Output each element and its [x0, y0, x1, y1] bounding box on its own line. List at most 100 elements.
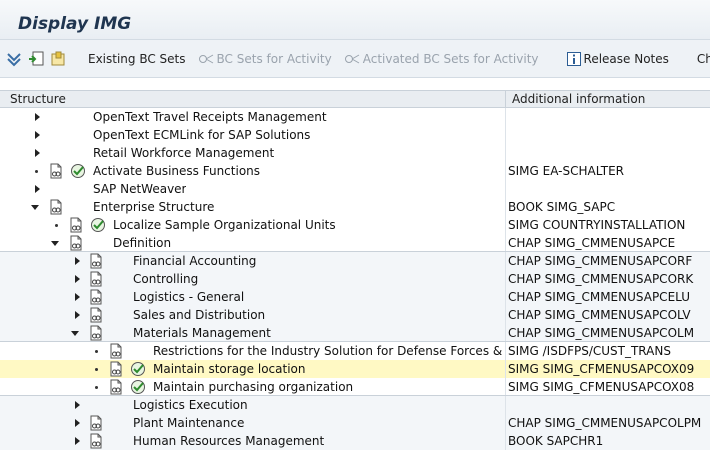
tree-node-label[interactable]: Financial Accounting: [133, 254, 256, 268]
column-divider: [505, 198, 506, 216]
release-notes-button[interactable]: Release Notes: [561, 47, 675, 71]
tree-node-label[interactable]: Sales and Distribution: [133, 308, 265, 322]
documentation-icon[interactable]: [108, 361, 124, 377]
expand-triangle-icon[interactable]: [73, 418, 81, 428]
execute-activity-icon[interactable]: [130, 379, 146, 395]
tree-node-label[interactable]: Maintain storage location: [153, 362, 305, 376]
additional-info-value: BOOK SIMG_SAPC: [508, 200, 616, 214]
navigate-tree-icon[interactable]: [28, 50, 44, 68]
tree-node-label[interactable]: Restrictions for the Industry Solution f…: [153, 344, 503, 358]
tree-node-label[interactable]: Human Resources Management: [133, 434, 324, 448]
additional-info-value: BOOK SAPCHR1: [508, 434, 604, 448]
documentation-icon[interactable]: [68, 217, 84, 233]
documentation-icon[interactable]: [88, 325, 104, 341]
tree-node-label[interactable]: Maintain purchasing organization: [153, 380, 353, 394]
expand-triangle-icon[interactable]: [73, 256, 81, 266]
bc-sets-for-activity-button[interactable]: BC Sets for Activity: [192, 47, 338, 71]
additional-info-value: CHAP SIMG_CMMENUSAPCOLPM: [508, 416, 702, 430]
existing-bc-sets-button[interactable]: Existing BC Sets: [82, 47, 192, 71]
additional-info-value: SIMG SIMG_CFMENUSAPCOX09: [508, 362, 695, 376]
bookmark-folder-icon[interactable]: [50, 50, 66, 68]
documentation-icon[interactable]: [108, 343, 124, 359]
expand-triangle-icon[interactable]: [33, 148, 41, 158]
additional-info-value: SIMG EA-SCHALTER: [508, 164, 624, 178]
tree-row[interactable]: Sales and Distribution CHAP SIMG_CMMENUS…: [0, 306, 710, 324]
documentation-icon[interactable]: [48, 163, 64, 179]
documentation-icon[interactable]: [88, 253, 104, 269]
column-divider: [505, 288, 506, 306]
tree-node-label[interactable]: Controlling: [133, 272, 198, 286]
tree-row[interactable]: Localize Sample Organizational Units SIM…: [0, 216, 710, 234]
tree-row[interactable]: Materials Management CHAP SIMG_CMMENUSAP…: [0, 324, 710, 342]
tree-row-selected[interactable]: Maintain storage location SIMG SIMG_CFME…: [0, 360, 710, 378]
bc-sets-icon: [198, 54, 213, 63]
tree-row[interactable]: Financial Accounting CHAP SIMG_CMMENUSAP…: [0, 252, 710, 270]
execute-activity-icon[interactable]: [70, 163, 86, 179]
tree-node-label[interactable]: Retail Workforce Management: [93, 146, 274, 160]
column-divider: [505, 324, 506, 342]
expand-triangle-icon[interactable]: [33, 130, 41, 140]
additional-info-value: CHAP SIMG_CMMENUSAPCORK: [508, 272, 694, 286]
column-divider[interactable]: [505, 91, 506, 108]
bc-sets-for-activity-label: BC Sets for Activity: [216, 51, 332, 66]
tree-row[interactable]: Plant Maintenance CHAP SIMG_CMMENUSAPCOL…: [0, 414, 710, 432]
additional-information-column-header[interactable]: Additional information: [512, 92, 645, 106]
tree-row[interactable]: SAP NetWeaver: [0, 180, 710, 198]
tree-row[interactable]: Restrictions for the Industry Solution f…: [0, 342, 710, 360]
expand-triangle-icon[interactable]: [73, 436, 81, 446]
tree-node-label[interactable]: Plant Maintenance: [133, 416, 244, 430]
tree-row[interactable]: Logistics - General CHAP SIMG_CMMENUSAPC…: [0, 288, 710, 306]
documentation-icon[interactable]: [88, 271, 104, 287]
expand-all-icon[interactable]: [6, 50, 22, 68]
activated-bc-sets-button[interactable]: Activated BC Sets for Activity: [338, 47, 545, 71]
tree-row[interactable]: OpenText ECMLink for SAP Solutions: [0, 126, 710, 144]
additional-info-value: CHAP SIMG_CMMENUSAPCE: [508, 236, 676, 250]
tree-node-label[interactable]: Materials Management: [133, 326, 271, 340]
documentation-icon[interactable]: [108, 379, 124, 395]
column-divider: [505, 252, 506, 270]
tree-node-label[interactable]: OpenText ECMLink for SAP Solutions: [93, 128, 310, 142]
tree-row[interactable]: Retail Workforce Management: [0, 144, 710, 162]
tree-row[interactable]: Logistics Execution: [0, 396, 710, 414]
execute-activity-icon[interactable]: [90, 217, 106, 233]
expand-triangle-icon[interactable]: [73, 274, 81, 284]
expand-triangle-icon[interactable]: [33, 184, 41, 194]
tree-row[interactable]: Maintain purchasing organization SIMG SI…: [0, 378, 710, 396]
collapse-triangle-icon[interactable]: [51, 238, 59, 248]
tree-row[interactable]: OpenText Travel Receipts Management: [0, 108, 710, 126]
tree-node-label[interactable]: Definition: [113, 236, 171, 250]
tree-node-label[interactable]: Logistics Execution: [133, 398, 248, 412]
structure-column-header[interactable]: Structure: [10, 92, 66, 106]
tree-node-label[interactable]: SAP NetWeaver: [93, 182, 186, 196]
tree-row[interactable]: Activate Business Functions SIMG EA-SCHA…: [0, 162, 710, 180]
tree-row[interactable]: Definition CHAP SIMG_CMMENUSAPCE: [0, 234, 710, 252]
collapse-triangle-icon[interactable]: [71, 328, 79, 338]
tree-node-label[interactable]: OpenText Travel Receipts Management: [93, 110, 327, 124]
additional-info-value: CHAP SIMG_CMMENUSAPCELU: [508, 290, 691, 304]
tree-node-label[interactable]: Activate Business Functions: [93, 164, 260, 178]
tree-column-header: Structure Additional information: [0, 90, 710, 108]
tree-row[interactable]: Controlling CHAP SIMG_CMMENUSAPCORK: [0, 270, 710, 288]
change-button[interactable]: Change: [691, 47, 710, 71]
documentation-icon[interactable]: [88, 289, 104, 305]
tree-node-label[interactable]: Logistics - General: [133, 290, 244, 304]
column-divider: [505, 144, 506, 162]
expand-triangle-icon[interactable]: [73, 292, 81, 302]
documentation-icon[interactable]: [68, 235, 84, 251]
documentation-icon[interactable]: [48, 199, 64, 215]
tree-node-label[interactable]: Enterprise Structure: [93, 200, 214, 214]
column-divider: [505, 180, 506, 198]
tree-row[interactable]: Human Resources Management BOOK SAPCHR1: [0, 432, 710, 450]
expand-triangle-icon[interactable]: [73, 400, 81, 410]
documentation-icon[interactable]: [88, 415, 104, 431]
column-divider: [505, 414, 506, 432]
tree-node-label[interactable]: Localize Sample Organizational Units: [113, 218, 336, 232]
release-notes-label: Release Notes: [583, 51, 669, 66]
expand-triangle-icon[interactable]: [73, 310, 81, 320]
tree-row[interactable]: Enterprise Structure BOOK SIMG_SAPC: [0, 198, 710, 216]
documentation-icon[interactable]: [88, 307, 104, 323]
expand-triangle-icon[interactable]: [33, 112, 41, 122]
collapse-triangle-icon[interactable]: [31, 202, 39, 212]
documentation-icon[interactable]: [88, 433, 104, 449]
execute-activity-icon[interactable]: [130, 361, 146, 377]
